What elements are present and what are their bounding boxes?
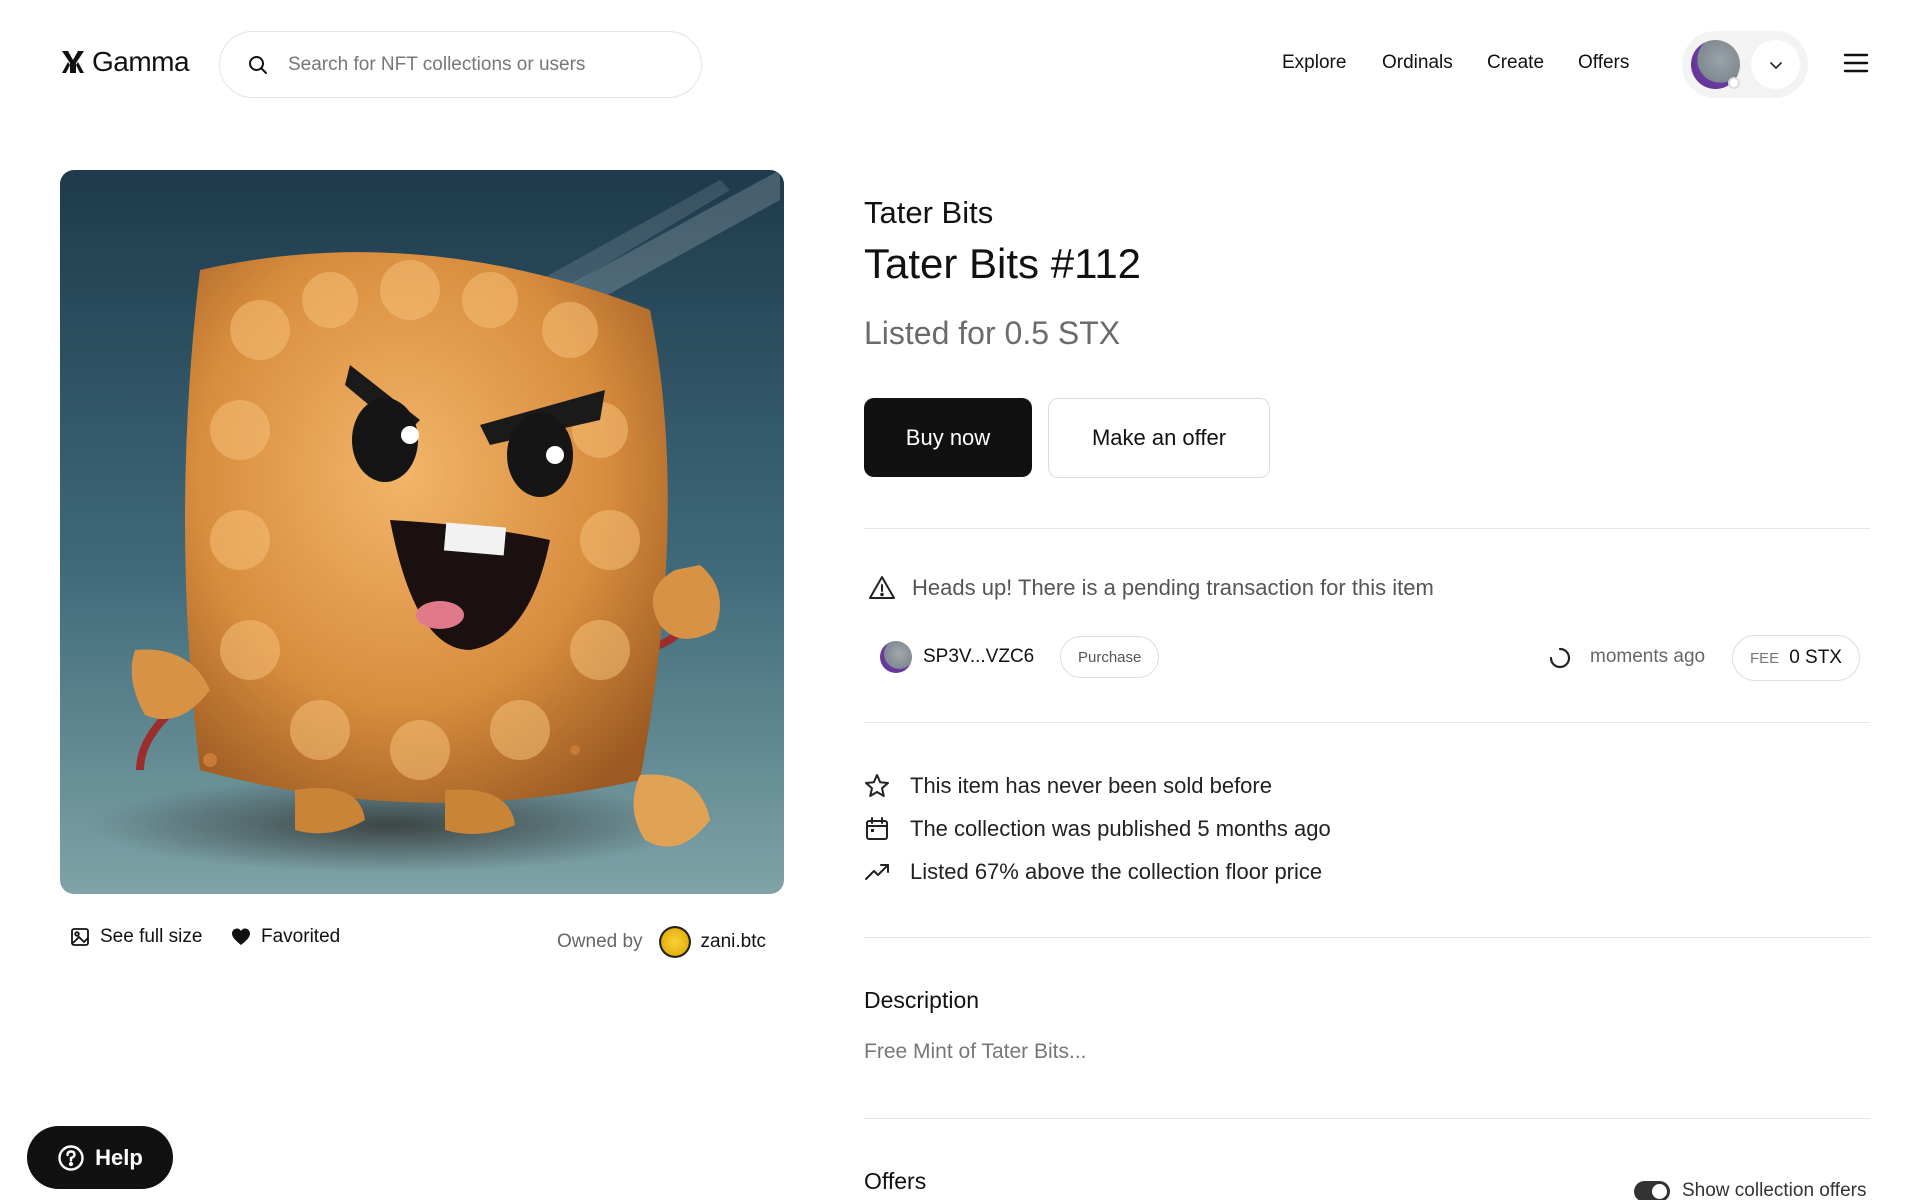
item-title: Tater Bits #112 (864, 240, 1142, 287)
divider (864, 528, 1870, 529)
search-bar[interactable] (219, 31, 702, 98)
description-text: Free Mint of Tater Bits... (864, 1040, 1087, 1063)
image-icon (71, 928, 89, 946)
help-circle-icon (58, 1144, 84, 1171)
gamma-logo[interactable]: Gamma (60, 46, 190, 78)
fee-pill: FEE 0 STX (1732, 635, 1860, 681)
make-offer-button[interactable]: Make an offer (1048, 398, 1270, 478)
search-input[interactable] (288, 53, 668, 76)
listed-price: Listed for 0.5 STX (864, 315, 1121, 351)
pending-warning: Heads up! There is a pending transaction… (868, 574, 1434, 602)
status-dot (1728, 77, 1740, 89)
fact-text: The collection was published 5 months ag… (910, 816, 1331, 841)
star-icon (865, 774, 889, 797)
top-header: Gamma Explore Ordinals Create Offers (0, 0, 1920, 130)
divider (864, 937, 1870, 938)
artwork-actions: See full size Favorited Owned by zani.bt… (70, 926, 780, 958)
collection-offers-toggle-row[interactable]: Show collection offers (1634, 1180, 1866, 1200)
trending-up-icon (865, 864, 889, 880)
divider (864, 1118, 1870, 1119)
collection-name-link[interactable]: Tater Bits (864, 195, 993, 231)
divider (864, 722, 1870, 723)
loading-spinner-icon (1549, 647, 1571, 669)
nft-image[interactable] (60, 170, 784, 894)
logo-text: Gamma (92, 46, 190, 77)
nft-artwork (60, 170, 784, 894)
owner-info: Owned by zani.btc (557, 926, 766, 958)
fact-text: Listed 67% above the collection floor pr… (910, 859, 1323, 884)
help-button[interactable]: Help (27, 1126, 173, 1189)
offers-title: Offers (864, 1168, 927, 1194)
owned-by-label: Owned by (557, 931, 643, 952)
fee-label: FEE (1750, 649, 1780, 667)
gamma-logo-icon (62, 51, 84, 73)
owner-name-link[interactable]: zani.btc (701, 931, 766, 953)
user-menu-toggle[interactable] (1751, 40, 1800, 89)
nav-offers[interactable]: Offers (1578, 52, 1629, 74)
buy-now-button[interactable]: Buy now (864, 398, 1032, 477)
pending-transaction-row: SP3V...VZC6 Purchase moments ago FEE 0 S… (880, 635, 1870, 681)
nav-ordinals[interactable]: Ordinals (1382, 52, 1453, 74)
help-label: Help (95, 1144, 143, 1170)
collection-offers-toggle[interactable] (1634, 1180, 1670, 1200)
transaction-time: moments ago (1590, 646, 1706, 667)
hamburger-menu-icon[interactable] (1843, 52, 1869, 74)
collection-offers-toggle-label: Show collection offers (1682, 1180, 1867, 1200)
fee-value: 0 STX (1789, 647, 1842, 668)
fact-text: This item has never been sold before (910, 773, 1272, 798)
favorited-label: Favorited (261, 926, 341, 947)
see-full-size-button[interactable]: See full size (70, 926, 202, 948)
user-menu[interactable] (1682, 31, 1808, 98)
description-title: Description (864, 987, 980, 1013)
fact-published: The collection was published 5 months ag… (864, 816, 1331, 842)
warning-triangle-icon (869, 576, 895, 599)
fact-above-floor: Listed 67% above the collection floor pr… (864, 859, 1322, 885)
search-icon (249, 55, 267, 74)
calendar-icon (866, 817, 888, 840)
buyer-address-link[interactable]: SP3V...VZC6 (923, 646, 1034, 668)
transaction-type-badge: Purchase (1060, 636, 1160, 678)
buyer-avatar[interactable] (880, 641, 912, 673)
nav-explore[interactable]: Explore (1282, 52, 1346, 74)
heart-icon (232, 928, 250, 945)
see-full-size-label: See full size (100, 926, 203, 947)
nav-create[interactable]: Create (1487, 52, 1544, 74)
pending-warning-text: Heads up! There is a pending transaction… (912, 575, 1434, 600)
chevron-down-icon (1769, 61, 1782, 69)
favorite-button[interactable]: Favorited (231, 926, 340, 948)
owner-avatar[interactable] (658, 926, 691, 958)
fact-never-sold: This item has never been sold before (864, 773, 1272, 799)
